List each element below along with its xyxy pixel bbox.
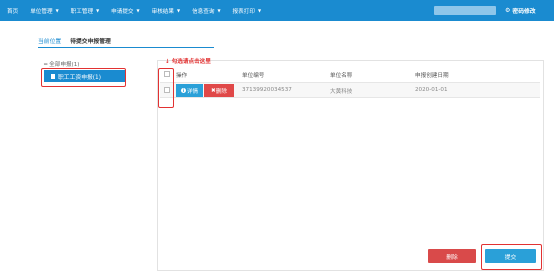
nav-application-submit[interactable]: 申请提交 ▼ [105, 0, 145, 21]
annotation-hint: ↓ 勾选请点击这里 [165, 57, 211, 65]
nav-report-print-label: 报表打印 [232, 8, 255, 15]
table-header: 操作 单位编号 单位名称 申报创建日期 [160, 70, 540, 80]
caret-down-icon: ▼ [217, 8, 221, 13]
nav-unit-management-label: 单位管理 [30, 8, 53, 15]
row-delete-button[interactable]: ✖ 删除 [204, 84, 234, 97]
caret-down-icon: ▼ [257, 8, 262, 13]
change-password-label: 密码修改 [512, 9, 536, 15]
delete-button[interactable]: 删除 [428, 249, 476, 263]
detail-button[interactable]: i 详情 [176, 84, 203, 97]
cell-created-date: 2020-01-01 [415, 87, 448, 93]
page-title: 待提交申报管理 [70, 39, 111, 45]
nav-review-results[interactable]: 审核结果 ▼ [146, 0, 186, 21]
change-password-link[interactable]: ⚙ 密码修改 [505, 0, 536, 21]
nav-unit-management[interactable]: 单位管理 ▼ [24, 0, 64, 21]
cell-unit-no: 3713992003453​7 [242, 87, 292, 93]
column-header-actions: 操作 [176, 73, 188, 79]
column-header-created-date[interactable]: 申报创建日期 [415, 71, 449, 79]
caret-down-icon: ▼ [96, 8, 100, 13]
tree-root-all-declarations[interactable]: ━ 全部申报(1) [44, 60, 79, 68]
info-icon: i [180, 88, 186, 93]
arrow-down-icon: ↓ [165, 59, 170, 65]
nav-application-submit-label: 申请提交 [111, 8, 134, 15]
nav-info-query[interactable]: 信息查询 ▼ [186, 0, 226, 21]
breadcrumb: 当前位置 待提交申报管理 [38, 36, 111, 45]
annotation-hint-text: 勾选请点击这里 [171, 59, 211, 65]
cell-unit-name: 大黄科技 [330, 89, 353, 95]
caret-down-icon: ▼ [136, 8, 140, 13]
detail-button-label: 详情 [186, 88, 199, 95]
column-header-unit-name[interactable]: 单位名称 [330, 71, 352, 79]
column-header-unit-no[interactable]: 单位编号 [242, 71, 264, 79]
nav-review-results-label: 审核结果 [151, 8, 174, 15]
nav-staff-management-label: 职工管理 [70, 8, 94, 15]
nav-info-query-label: 信息查询 [192, 8, 215, 15]
annotation-highlight-tree [41, 68, 126, 87]
nav-home[interactable]: 首页 [0, 0, 24, 21]
nav-home-label: 首页 [7, 8, 19, 15]
annotation-highlight-submit [481, 244, 542, 270]
caret-down-icon: ▼ [55, 8, 59, 13]
row-delete-button-label: 删除 [215, 88, 227, 95]
nav-staff-management[interactable]: 职工管理 ▼ [65, 0, 105, 21]
breadcrumb-underline [38, 47, 214, 48]
user-info-box[interactable] [434, 6, 496, 15]
caret-down-icon: ▼ [177, 8, 181, 13]
gear-icon: ⚙ [505, 7, 511, 14]
nav-report-print[interactable]: 报表打印 ▼ [227, 0, 267, 21]
annotation-highlight-checkbox [158, 68, 174, 108]
breadcrumb-current-location: 当前位置 [38, 39, 62, 45]
